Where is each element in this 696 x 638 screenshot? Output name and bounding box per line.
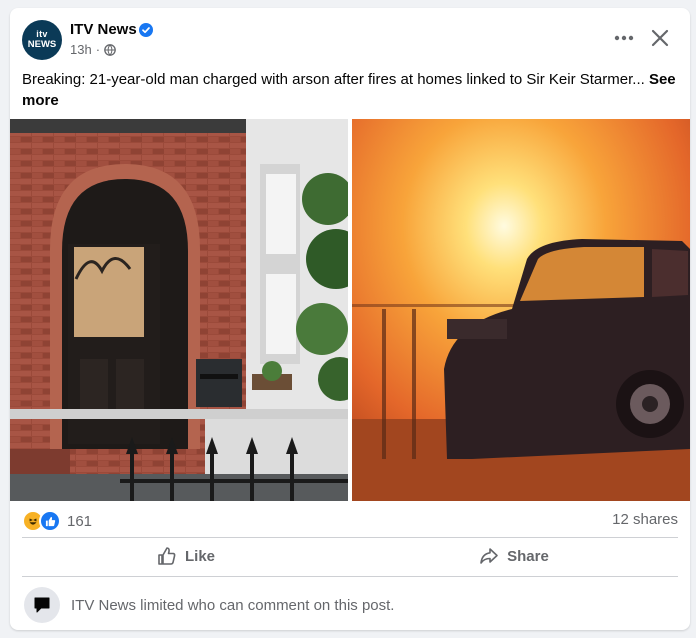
- comment-restriction-notice: ITV News limited who can comment on this…: [71, 597, 395, 614]
- share-count[interactable]: 12 shares: [612, 511, 678, 528]
- globe-icon: [104, 43, 116, 56]
- page-avatar[interactable]: itv NEWS: [22, 20, 62, 60]
- post-message-text: Breaking: 21-year-old man charged with a…: [22, 71, 645, 88]
- avatar-logo-subtext: NEWS: [27, 39, 57, 50]
- divider-bottom: [22, 576, 678, 577]
- post-card: itv NEWS ITV News 13h · Breaking: 21-yea…: [10, 8, 690, 630]
- more-options-button[interactable]: [610, 26, 638, 50]
- comment-icon-container: [24, 587, 60, 623]
- like-reaction-icon: [39, 510, 61, 532]
- share-label: Share: [507, 547, 549, 565]
- close-button[interactable]: [646, 24, 674, 52]
- avatar-logo-text: itv: [36, 29, 48, 39]
- thumbs-up-icon: [158, 547, 176, 565]
- reactions-summary[interactable]: 161: [22, 510, 92, 532]
- photo-car-fire[interactable]: [352, 119, 690, 501]
- share-arrow-icon: [480, 548, 498, 564]
- post-meta: 13h ·: [70, 42, 116, 57]
- like-button[interactable]: Like: [22, 538, 350, 574]
- post-header: itv NEWS ITV News 13h ·: [10, 8, 690, 68]
- comment-bubble-icon: [34, 597, 50, 613]
- post-time[interactable]: 13h: [70, 42, 92, 57]
- meta-separator: ·: [95, 42, 101, 57]
- share-button[interactable]: Share: [350, 538, 678, 574]
- verified-badge-icon: [139, 23, 153, 37]
- photo-burnt-door[interactable]: [10, 119, 348, 501]
- post-stats: 161 12 shares: [10, 501, 690, 537]
- comment-restriction-row: ITV News limited who can comment on this…: [22, 585, 678, 625]
- reaction-count: 161: [67, 512, 93, 530]
- close-icon: [651, 29, 669, 47]
- more-options-icon: [614, 35, 634, 41]
- like-label: Like: [184, 547, 215, 565]
- page-name-link[interactable]: ITV News: [70, 21, 137, 38]
- post-message: Breaking: 21-year-old man charged with a…: [22, 69, 678, 111]
- post-media[interactable]: [10, 119, 690, 501]
- action-bar: Like Share: [22, 538, 678, 574]
